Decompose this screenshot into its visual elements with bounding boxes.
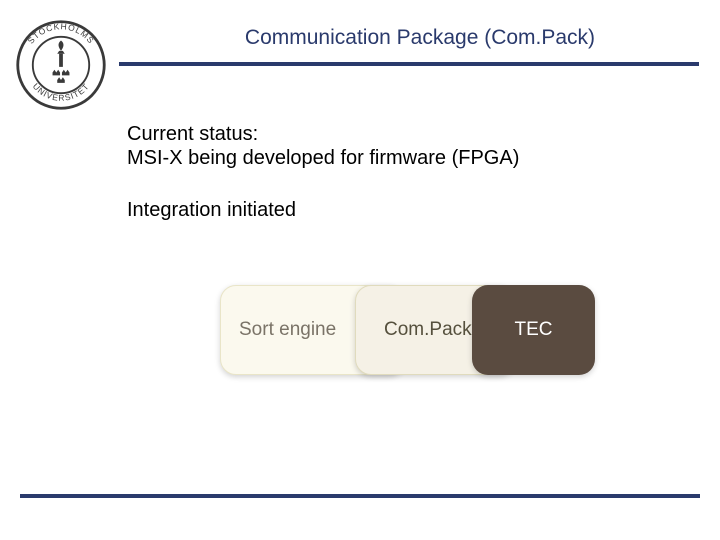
seal-icon: STOCKHOLMS UNIVERSITET <box>14 18 108 112</box>
integration-line: Integration initiated <box>127 198 296 222</box>
block-sort-engine-label: Sort engine <box>239 319 336 341</box>
status-detail: MSI-X being developed for firmware (FPGA… <box>127 146 519 170</box>
svg-text:UNIVERSITET: UNIVERSITET <box>31 81 91 103</box>
university-seal-logo: STOCKHOLMS UNIVERSITET <box>14 18 108 112</box>
page-title: Communication Package (Com.Pack) <box>200 26 640 50</box>
status-label: Current status: <box>127 122 258 146</box>
slide: STOCKHOLMS UNIVERSITET Communication Pac… <box>0 0 720 540</box>
divider-bottom <box>20 494 700 498</box>
block-tec: TEC <box>472 285 595 375</box>
block-tec-label: TEC <box>515 319 553 341</box>
divider-top <box>119 62 699 66</box>
blocks-diagram: Sort engine Com.Pack TEC <box>220 285 595 385</box>
block-compack-label: Com.Pack <box>384 319 472 341</box>
